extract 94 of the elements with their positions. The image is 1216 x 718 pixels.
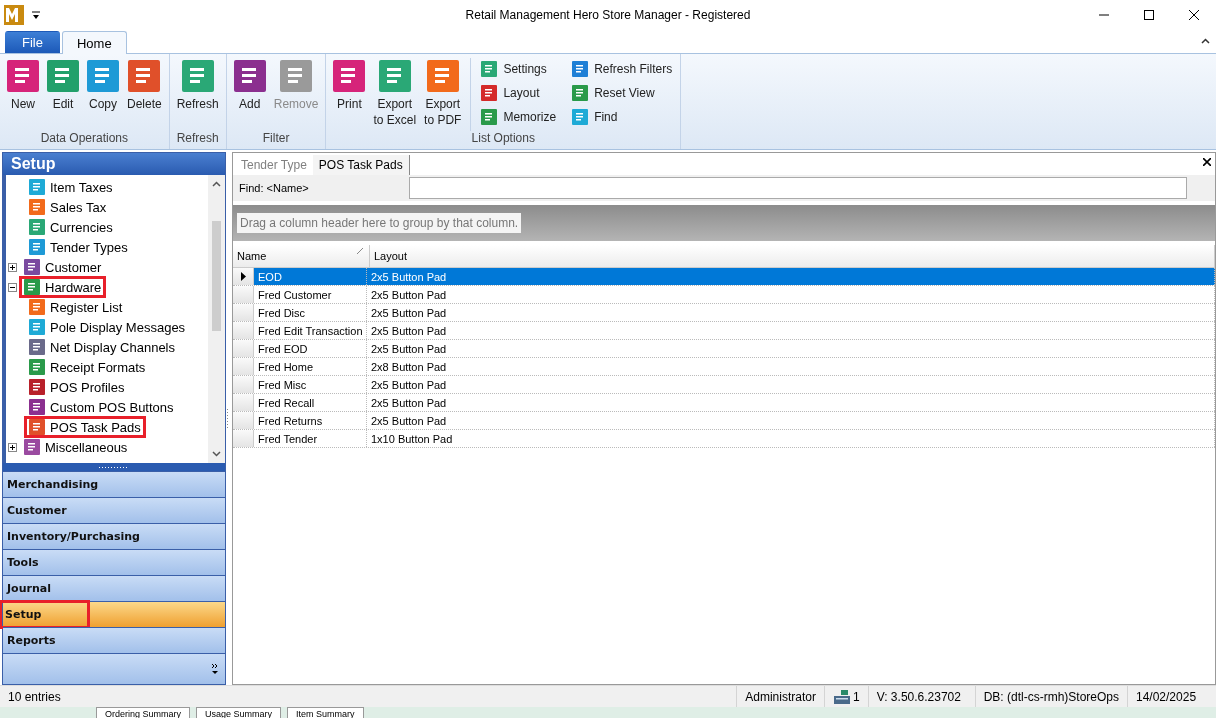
table-cell: Fred Disc — [254, 304, 367, 321]
ribbon-button[interactable]: Copy — [84, 58, 122, 131]
tree-item[interactable]: Customer — [21, 258, 105, 276]
ribbon-button[interactable]: Delete — [124, 58, 165, 131]
ribbon-small-button[interactable]: Settings — [477, 58, 561, 80]
scrollbar-thumb[interactable] — [212, 221, 221, 331]
current-row-icon — [240, 272, 246, 281]
row-header[interactable] — [233, 268, 254, 285]
group-by-hint: Drag a column header here to group by that column. — [237, 213, 522, 233]
nav-button[interactable]: Customer — [3, 497, 225, 523]
table-cell: EOD — [254, 268, 367, 285]
nav-button[interactable]: Setup — [3, 601, 225, 627]
expand-icon[interactable] — [8, 442, 17, 452]
nav-button[interactable]: Journal — [3, 575, 225, 601]
ribbon-tab[interactable]: File — [5, 31, 60, 53]
dropdown-caret-icon[interactable] — [32, 10, 40, 20]
ribbon-button[interactable]: Print — [330, 58, 369, 131]
ribbon-button[interactable]: Edit — [44, 58, 82, 131]
sidebar-title: Setup — [3, 153, 225, 175]
ribbon-button[interactable]: Add — [230, 58, 269, 131]
ribbon-small-button[interactable]: Refresh Filters — [568, 58, 677, 80]
tree-item[interactable]: POS Task Pads — [26, 418, 144, 436]
find-label: Find: <Name> — [239, 182, 310, 194]
nav-button[interactable]: Merchandising — [3, 471, 225, 497]
expand-icon[interactable] — [8, 262, 17, 272]
table-cell: 2x5 Button Pad — [367, 412, 1215, 429]
scroll-up-icon[interactable] — [212, 181, 221, 187]
tree-item[interactable]: Item Taxes — [26, 178, 116, 196]
table-cell: Fred Misc — [254, 376, 367, 393]
tree-item[interactable]: Register List — [26, 298, 126, 316]
table-cell: 2x5 Button Pad — [367, 376, 1215, 393]
close-icon[interactable] — [1203, 158, 1211, 166]
table-cell: Fred Recall — [254, 394, 367, 411]
ribbon-small-button[interactable]: Memorize — [477, 106, 561, 128]
ribbon-button[interactable]: Export to PDF — [421, 58, 465, 131]
column-header[interactable]: Layout — [370, 245, 1215, 267]
table-cell: Fred EOD — [254, 340, 367, 357]
ribbon-tab[interactable]: Home — [61, 31, 127, 54]
overflow-chevron-icon[interactable] — [211, 663, 219, 675]
scroll-down-icon[interactable] — [212, 451, 221, 457]
version-text: V: 3.50.6.23702 — [876, 689, 961, 704]
table-cell: Fred Edit Transaction — [254, 322, 367, 339]
collapse-icon[interactable] — [8, 282, 17, 292]
table-cell: 2x5 Button Pad — [367, 304, 1215, 321]
register-number: 1 — [852, 689, 860, 704]
group-label: Filter — [262, 131, 290, 145]
tree-item[interactable]: Miscellaneous — [21, 438, 131, 456]
window-title: Retail Management Hero Store Manager - Registered — [465, 8, 751, 22]
document-tab[interactable]: POS Task Pads — [312, 155, 410, 175]
table-cell: Fred Tender — [254, 430, 367, 447]
tree-item[interactable]: Pole Display Messages — [26, 318, 189, 336]
table-cell: 2x5 Button Pad — [367, 394, 1215, 411]
table-cell: 1x10 Button Pad — [367, 430, 1215, 447]
column-header[interactable]: Name — [233, 245, 370, 267]
entry-count: 10 entries — [8, 689, 61, 704]
ribbon-small-button[interactable]: Reset View — [568, 82, 677, 104]
database-text: DB: (dtl-cs-rmh)StoreOps — [983, 689, 1119, 704]
ribbon-button[interactable]: Export to Excel — [370, 58, 420, 131]
maximize-icon[interactable] — [1143, 10, 1154, 20]
table-cell: Fred Home — [254, 358, 367, 375]
group-label: List Options — [471, 131, 535, 145]
register-icon — [832, 688, 851, 705]
nav-button[interactable]: Tools — [3, 549, 225, 575]
table-cell: 2x5 Button Pad — [367, 340, 1215, 357]
table-cell: 2x8 Button Pad — [367, 358, 1215, 375]
splitter-grip-icon[interactable] — [226, 408, 229, 429]
ribbon-button[interactable]: New — [4, 58, 42, 131]
table-cell: 2x5 Button Pad — [367, 286, 1215, 303]
user-name: Administrator — [745, 689, 816, 704]
find-field[interactable] — [409, 177, 1187, 199]
group-label: Refresh — [176, 131, 219, 145]
nav-button[interactable]: Inventory/Purchasing — [3, 523, 225, 549]
tree-item[interactable]: Receipt Formats — [26, 358, 149, 376]
tree-item[interactable]: Sales Tax — [26, 198, 110, 216]
tree-item[interactable]: Currencies — [26, 218, 116, 236]
table-cell: 2x5 Button Pad — [367, 268, 1215, 285]
table-cell: Fred Returns — [254, 412, 367, 429]
tree-item[interactable]: Custom POS Buttons — [26, 398, 177, 416]
table-cell: 2x5 Button Pad — [367, 322, 1215, 339]
close-icon[interactable] — [1188, 10, 1199, 20]
ribbon-small-button[interactable]: Layout — [477, 82, 561, 104]
tree-item[interactable]: Net Display Channels — [26, 338, 178, 356]
tree-item[interactable]: Tender Types — [26, 238, 131, 256]
app-logo-icon — [4, 5, 24, 25]
group-label: Data Operations — [40, 131, 129, 145]
ribbon-button[interactable]: Refresh — [173, 58, 222, 131]
tree-item[interactable]: POS Profiles — [26, 378, 128, 396]
tree-item[interactable]: Hardware — [21, 278, 105, 296]
ribbon-small-button[interactable]: Find — [568, 106, 677, 128]
table-cell: Fred Customer — [254, 286, 367, 303]
date-text: 14/02/2025 — [1136, 689, 1197, 704]
collapse-ribbon-icon[interactable] — [1201, 38, 1210, 44]
scrollbar[interactable] — [208, 175, 225, 463]
nav-button[interactable]: Reports — [3, 627, 225, 653]
